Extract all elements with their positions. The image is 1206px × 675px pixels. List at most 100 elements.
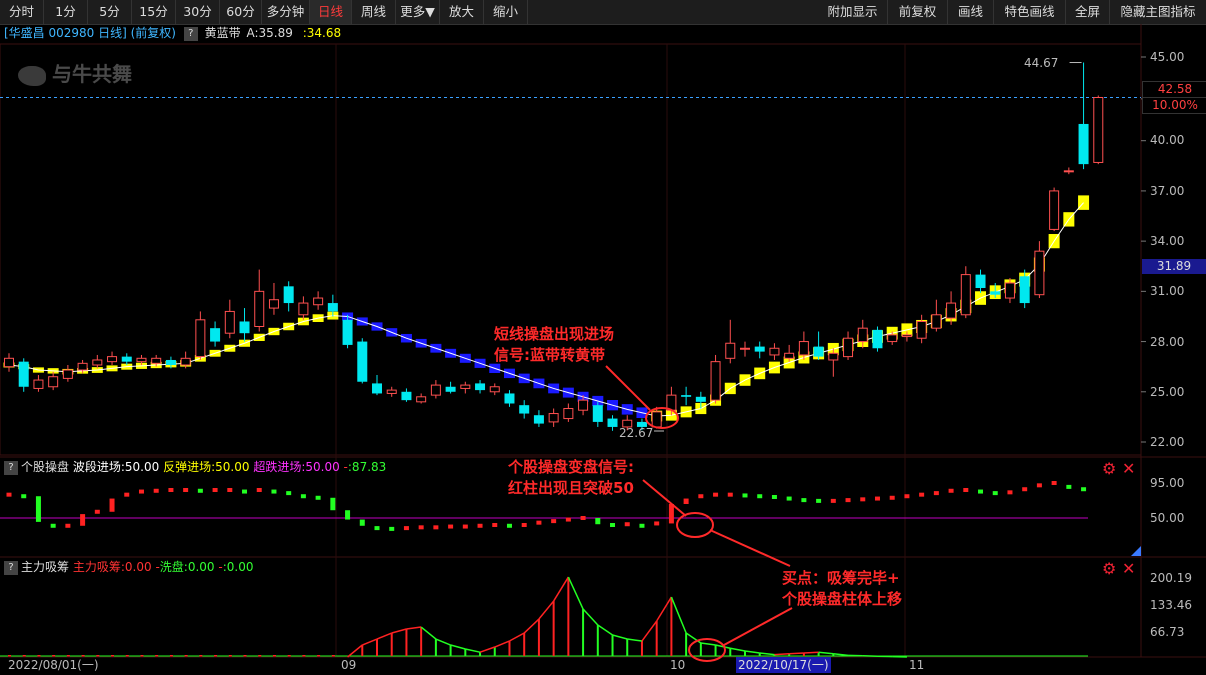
band-block (327, 311, 339, 320)
osc-bar (668, 504, 674, 524)
band-block (607, 400, 619, 411)
period-button-15min[interactable]: 15分 (132, 0, 176, 24)
candle-body-down (475, 383, 486, 391)
osc-dot (654, 521, 660, 526)
acc-outline (465, 648, 481, 653)
period-button-30min[interactable]: 30分 (176, 0, 220, 24)
panel3-settings-gear-icon[interactable]: ⚙ (1102, 561, 1116, 577)
panel2-settings-gear-icon[interactable]: ⚙ (1102, 461, 1116, 477)
candle-body-up (666, 394, 677, 411)
period-button-60min[interactable]: 60分 (220, 0, 262, 24)
annotation-entry-signal: 短线操盘出现进场 信号:蓝带转黄带 (494, 325, 615, 364)
price-tick-label: 28.00 (1150, 335, 1185, 349)
band-block (474, 358, 486, 368)
fullscreen-button[interactable]: 全屏 (1066, 0, 1110, 24)
band-block (150, 361, 162, 369)
candle-body-up (1004, 282, 1015, 299)
annotation-turn-signal: 个股操盘变盘信号: 红柱出现且突破50 (508, 458, 634, 497)
acc-outline (553, 576, 569, 602)
osc-dot (153, 488, 159, 493)
candle-body-up (489, 386, 500, 393)
band-block (901, 323, 913, 337)
hide-indicator-button[interactable]: 隐藏主图指标 (1110, 0, 1206, 24)
panel3-help-button[interactable]: ? (4, 560, 18, 575)
panel3-name: 主力吸筹 (21, 560, 70, 574)
acc-axis-label: 133.46 (1150, 598, 1192, 612)
period-button-fenshi[interactable]: 分时 (0, 0, 44, 24)
acc-baseline-tick (184, 655, 188, 657)
osc-dot (536, 520, 542, 525)
candle-body-up (430, 384, 441, 396)
acc-baseline-tick (258, 655, 262, 657)
band-block (503, 368, 515, 379)
oversold-entry-label: 超跌进场:50.00 (253, 460, 340, 474)
period-button-weekly[interactable]: 周线 (352, 0, 396, 24)
band-block (710, 394, 722, 406)
period-button-5min[interactable]: 5分 (88, 0, 132, 24)
band-block (253, 333, 265, 341)
candle-body-up (931, 314, 942, 329)
acc-outline (715, 644, 731, 649)
acc-baseline-tick (228, 655, 232, 657)
candle-body-down (519, 405, 530, 414)
band-block (533, 378, 545, 389)
forward-adjust-button[interactable]: 前复权 (888, 0, 948, 24)
acc-outline (612, 634, 628, 640)
price-tick-label: 37.00 (1150, 184, 1185, 198)
panel2-help-button[interactable]: ? (4, 460, 18, 475)
candle-body-down (165, 359, 176, 365)
acc-axis-label: 66.73 (1150, 625, 1185, 639)
candle-body-up (224, 310, 235, 334)
candle-body-up (416, 396, 427, 403)
osc-bar (595, 518, 601, 525)
extra-display-button[interactable]: 附加显示 (818, 0, 888, 24)
osc-dot (610, 523, 616, 527)
band-block (562, 387, 574, 398)
band-block (724, 382, 736, 395)
draw-line-button[interactable]: 画线 (948, 0, 994, 24)
watermark-logo: 与牛共舞 (18, 58, 132, 87)
band-block (886, 326, 898, 340)
acc-outline (730, 647, 746, 652)
osc-dot (757, 494, 763, 499)
acc-outline (789, 652, 804, 655)
band-block (636, 407, 648, 419)
help-button[interactable]: ? (183, 26, 198, 41)
period-button-daily[interactable]: 日线 (310, 0, 352, 24)
main-accumulation-label: 主力吸筹:0.00 (72, 560, 152, 574)
band-block (651, 410, 663, 422)
special-draw-button[interactable]: 特色画线 (994, 0, 1066, 24)
osc-dot (212, 488, 218, 492)
osc-dot (801, 498, 807, 503)
period-button-1min[interactable]: 1分 (44, 0, 88, 24)
osc-dot (963, 488, 969, 492)
price-tick-label: 22.00 (1150, 435, 1185, 449)
candle-body-up (48, 376, 59, 388)
zoom-out-button[interactable]: 缩小 (484, 0, 528, 24)
band-block (842, 338, 854, 352)
more-dropdown-button[interactable]: 更多▼ (396, 0, 440, 24)
accumulation-bars (0, 576, 1088, 658)
band-block (916, 319, 928, 334)
panel2-header: ? 个股操盘 波段进场:50.00 反弹进场:50.00 超跌进场:50.00 -… (0, 459, 386, 475)
osc-bar (80, 514, 86, 526)
band-block (577, 391, 589, 402)
panel2-close-icon[interactable]: ✕ (1122, 461, 1135, 477)
panel3-close-icon[interactable]: ✕ (1122, 561, 1135, 577)
osc-dot (978, 489, 984, 494)
osc-value-label: :87.83 (347, 460, 387, 474)
zoom-in-button[interactable]: 放大 (440, 0, 484, 24)
osc-dot (256, 488, 262, 492)
osc-dot (138, 489, 144, 494)
wash-label: 洗盘:0.00 (159, 560, 215, 574)
candle-body-down (239, 321, 250, 334)
band-block (18, 364, 30, 370)
candle-body-up (548, 413, 559, 423)
period-button-multi-min[interactable]: 多分钟 (262, 0, 310, 24)
acc-axis-label: 200.19 (1150, 571, 1192, 585)
acc-outline (700, 642, 716, 646)
candle-body-up (313, 297, 324, 306)
acc-outline (435, 638, 451, 646)
band-block (32, 367, 44, 373)
osc-bar (109, 498, 115, 512)
